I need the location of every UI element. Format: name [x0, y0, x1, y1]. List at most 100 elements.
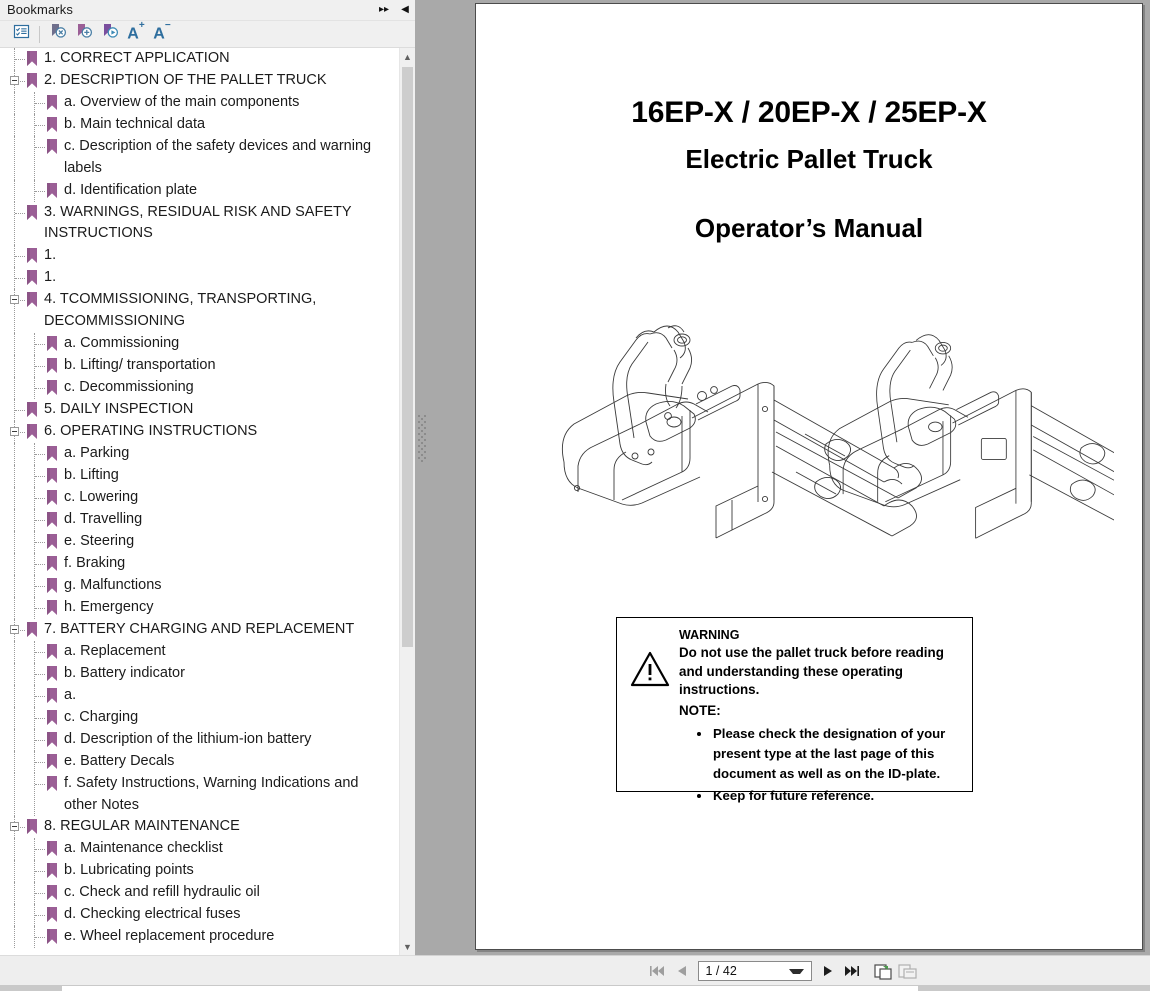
font-decrease-icon: A−: [153, 20, 171, 43]
next-page-button[interactable]: [816, 960, 840, 982]
bookmark-icon: [46, 929, 59, 945]
scroll-up-icon[interactable]: ▲: [400, 48, 415, 65]
bookmark-item[interactable]: f. Braking: [0, 552, 399, 575]
panel-splitter-grip[interactable]: [418, 415, 426, 463]
bookmark-item[interactable]: d. Description of the lithium-ion batter…: [0, 728, 399, 751]
bookmarks-scrollbar[interactable]: ▲ ▼: [399, 48, 415, 955]
bookmark-item[interactable]: a. Overview of the main components: [0, 92, 399, 114]
bookmark-item[interactable]: b. Battery indicator: [0, 662, 399, 685]
page-number-input[interactable]: 1 / 42: [697, 961, 812, 981]
tree-guide-line: [14, 464, 15, 487]
tree-guide-line: [14, 114, 15, 136]
tree-guide-line: [14, 486, 15, 509]
bookmark-item[interactable]: 1.: [0, 245, 399, 268]
bookmark-item[interactable]: d. Checking electrical fuses: [0, 904, 399, 927]
bookmark-expander-toggle[interactable]: [10, 624, 19, 634]
bookmark-icon: [46, 753, 59, 770]
tree-guide-line: [14, 640, 15, 663]
increase-font-button[interactable]: A+: [123, 21, 149, 46]
bookmark-icon: [46, 687, 59, 704]
tree-guide-line: [35, 387, 45, 389]
tree-guide-line: [15, 256, 25, 258]
bookmark-item[interactable]: a. Commissioning: [0, 332, 399, 355]
bookmark-item[interactable]: 3. WARNINGS, RESIDUAL RISK AND SAFETY IN…: [0, 201, 399, 246]
bookmark-label: g. Malfunctions: [64, 576, 162, 593]
bookmark-label: b. Lifting: [64, 466, 119, 483]
bookmark-item[interactable]: 1.: [0, 267, 399, 290]
toolbar-separator: [39, 25, 40, 43]
bookmark-item[interactable]: c. Decommissioning: [0, 376, 399, 399]
warning-box: WARNING Do not use the pallet truck befo…: [616, 617, 973, 803]
expand-panel-icon[interactable]: ▸▸: [378, 3, 390, 16]
bookmark-item[interactable]: 1. CORRECT APPLICATION: [0, 48, 399, 70]
collapse-panel-icon[interactable]: ◀: [399, 3, 411, 16]
bookmark-expander-toggle[interactable]: [10, 822, 19, 832]
bookmark-item[interactable]: 4. TCOMMISSIONING, TRANSPORTING, DECOMMI…: [0, 289, 399, 333]
bookmark-item[interactable]: b. Lifting/ transportation: [0, 354, 399, 377]
decrease-font-button[interactable]: A−: [149, 20, 175, 46]
bookmark-expander-toggle[interactable]: [10, 76, 19, 85]
bookmark-item[interactable]: b. Lifting: [0, 464, 399, 487]
single-page-view-button[interactable]: [872, 960, 896, 982]
bookmark-item[interactable]: d. Identification plate: [0, 179, 399, 202]
bookmark-item[interactable]: c. Description of the safety devices and…: [0, 136, 399, 180]
bookmark-expander-toggle[interactable]: [10, 295, 19, 305]
pdf-page: 16EP-X / 20EP-X / 25EP-X Electric Pallet…: [475, 3, 1150, 950]
bookmark-label: a. Maintenance checklist: [64, 840, 223, 857]
bookmark-item[interactable]: b. Lubricating points: [0, 860, 399, 883]
bookmark-item[interactable]: 8. REGULAR MAINTENANCE: [0, 816, 399, 839]
bookmark-label: a. Commissioning: [64, 334, 180, 351]
chevron-down-icon[interactable]: [788, 969, 804, 974]
bookmark-item[interactable]: h. Emergency: [0, 596, 399, 619]
bookmark-label: c. Description of the safety devices and…: [64, 138, 372, 176]
bookmark-item[interactable]: 7. BATTERY CHARGING AND REPLACEMENT: [0, 618, 399, 641]
tree-guide-line: [14, 354, 15, 377]
bookmark-icon: [46, 533, 59, 550]
bookmark-expander-toggle[interactable]: [10, 426, 19, 436]
tree-guide-line: [15, 409, 25, 411]
bookmark-item[interactable]: c. Check and refill hydraulic oil: [0, 882, 399, 905]
scroll-down-icon[interactable]: ▼: [400, 938, 415, 955]
scrollbar-thumb[interactable]: [402, 67, 413, 647]
bookmark-item[interactable]: c. Lowering: [0, 486, 399, 509]
bookmark-icon: [26, 270, 39, 286]
bookmark-item[interactable]: c. Charging: [0, 706, 399, 729]
bookmark-item[interactable]: a. Parking: [0, 442, 399, 465]
bookmark-item[interactable]: 2. DESCRIPTION OF THE PALLET TRUCK: [0, 70, 399, 92]
bookmark-icon: [46, 577, 59, 594]
last-page-button[interactable]: [840, 960, 864, 982]
bookmark-item[interactable]: d. Travelling: [0, 508, 399, 531]
bookmark-icon: [46, 907, 59, 923]
goto-bookmark-button[interactable]: [97, 23, 123, 46]
bookmark-label: 1.: [44, 247, 57, 264]
first-page-button[interactable]: [646, 960, 670, 982]
bookmark-item[interactable]: e. Steering: [0, 530, 399, 553]
bookmark-item[interactable]: a.: [0, 684, 399, 707]
bookmarks-panel: Bookmarks ▸▸ ◀ A+ A− 1. CORRECT APPLICAT…: [0, 0, 415, 955]
bookmark-item[interactable]: 6. OPERATING INSTRUCTIONS: [0, 420, 399, 443]
bookmark-add-icon: [75, 23, 93, 45]
bookmark-label: d. Description of the lithium-ion batter…: [64, 730, 312, 747]
tree-guide-line: [35, 893, 45, 895]
bookmark-icon: [26, 621, 39, 638]
tree-guide-line: [14, 860, 15, 883]
bookmark-item[interactable]: b. Main technical data: [0, 114, 399, 136]
bookmark-item[interactable]: g. Malfunctions: [0, 574, 399, 597]
warning-note-label: NOTE:: [679, 702, 721, 718]
bookmark-icon: [46, 357, 59, 374]
bookmark-item[interactable]: f. Safety Instructions, Warning Indicati…: [0, 772, 399, 817]
tree-guide-line: [14, 772, 15, 817]
bookmark-item[interactable]: e. Battery Decals: [0, 750, 399, 773]
add-bookmark-button[interactable]: [71, 23, 97, 46]
bookmarks-tree[interactable]: 1. CORRECT APPLICATION 2. DESCRIPTION OF …: [0, 48, 399, 955]
pdf-viewer-area: 16EP-X / 20EP-X / 25EP-X Electric Pallet…: [415, 0, 1150, 955]
bookmark-options-button[interactable]: [8, 23, 34, 46]
pdf-reader-window: Bookmarks ▸▸ ◀ A+ A− 1. CORRECT APPLICAT…: [0, 0, 1150, 991]
bookmark-item[interactable]: 5. DAILY INSPECTION: [0, 398, 399, 421]
delete-bookmark-button[interactable]: [45, 23, 71, 46]
bookmark-item[interactable]: a. Replacement: [0, 640, 399, 663]
facing-page-view-button[interactable]: [896, 960, 920, 982]
previous-page-button[interactable]: [670, 960, 694, 982]
bookmark-item[interactable]: e. Wheel replacement procedure: [0, 926, 399, 949]
bookmark-item[interactable]: a. Maintenance checklist: [0, 838, 399, 861]
